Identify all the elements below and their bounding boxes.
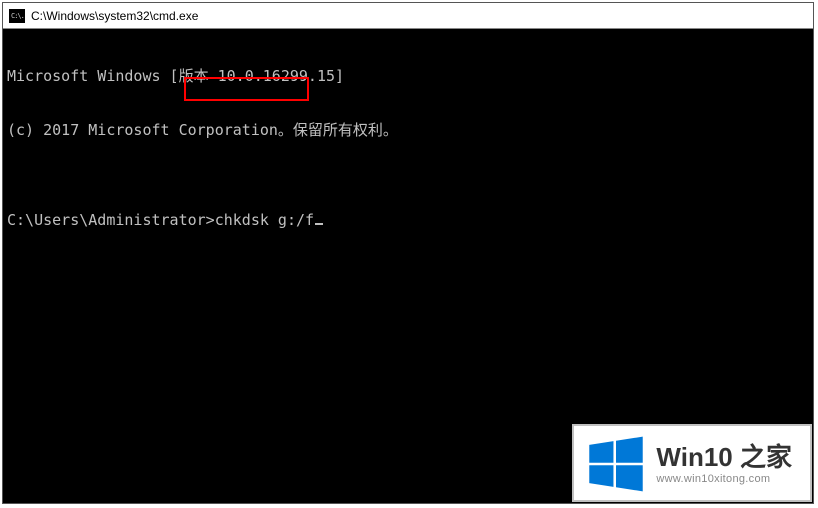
terminal-command[interactable]: chkdsk g:/f <box>215 211 314 229</box>
cmd-icon-text: C:\. <box>11 12 24 20</box>
watermark-title: Win10 之家 <box>656 443 792 472</box>
terminal-line-copyright: (c) 2017 Microsoft Corporation。保留所有权利。 <box>7 121 809 139</box>
titlebar[interactable]: C:\. C:\Windows\system32\cmd.exe <box>3 3 813 29</box>
watermark-url: www.win10xitong.com <box>656 473 792 485</box>
watermark-badge: Win10 之家 www.win10xitong.com <box>572 424 812 502</box>
window-title: C:\Windows\system32\cmd.exe <box>31 9 198 23</box>
watermark-text: Win10 之家 www.win10xitong.com <box>656 443 792 486</box>
terminal-prompt: C:\Users\Administrator> <box>7 211 215 229</box>
watermark-title-cn: 之家 <box>733 442 792 472</box>
windows-logo-icon <box>588 436 644 492</box>
terminal-prompt-line: C:\Users\Administrator>chkdsk g:/f <box>7 211 809 229</box>
terminal-line-version: Microsoft Windows [版本 10.0.16299.15] <box>7 67 809 85</box>
cursor <box>315 223 323 225</box>
watermark-title-en: Win10 <box>656 442 732 472</box>
cmd-icon: C:\. <box>9 9 25 23</box>
